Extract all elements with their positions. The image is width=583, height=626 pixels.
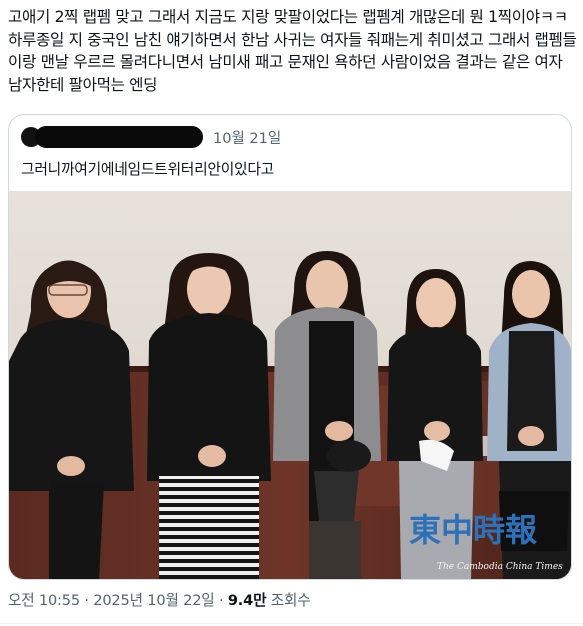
quoted-tweet-header: 10월 21일: [21, 125, 281, 149]
quoted-tweet-photo[interactable]: 東中時報 The Cambodia China Times: [9, 191, 571, 579]
view-count: 9.4만: [227, 592, 267, 609]
tweet-timestamp[interactable]: 오전 10:55 · 2025년 10월 22일 ·: [8, 592, 228, 609]
quoted-tweet-date[interactable]: 10월 21일: [213, 127, 281, 148]
redacted-username: [35, 126, 203, 148]
tweet-meta: 오전 10:55 · 2025년 10월 22일 · 9.4만 조회수: [8, 589, 311, 610]
watermark-subtitle: The Cambodia China Times: [437, 562, 563, 572]
view-label: 조회수: [266, 592, 311, 609]
photo-image: 東中時報 The Cambodia China Times: [9, 191, 571, 579]
divider: [0, 623, 583, 624]
quoted-tweet-text: 그러니까여기에네임드트위터리안이있다고: [21, 161, 274, 178]
quoted-tweet-card[interactable]: 10월 21일 그러니까여기에네임드트위터리안이있다고 東中時報 The Cam…: [8, 114, 572, 580]
watermark-logo: 東中時報: [409, 511, 537, 549]
tweet-text: 고애기 2찍 랩펨 맞고 그래서 지금도 지랑 맞팔이었다는 랩펨계 개많은데 …: [8, 8, 577, 94]
